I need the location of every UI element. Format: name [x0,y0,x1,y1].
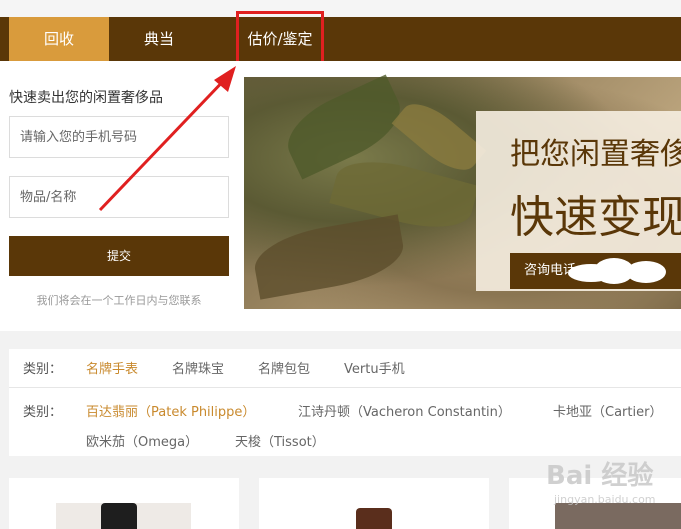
category-option[interactable]: Vertu手机 [344,349,405,391]
product-image [56,503,191,529]
category-option[interactable]: 名牌手表 [86,349,138,391]
brand-option[interactable]: 江诗丹顿（Vacheron Constantin） [298,401,511,420]
product-image [344,503,404,529]
brand-option[interactable]: 欧米茄（Omega） [86,431,198,450]
tab-pawn[interactable]: 典当 [109,17,209,61]
main-nav: 回收 典当 估价/鉴定 [0,17,681,61]
contact-note: 我们将会在一个工作日内与您联系 [36,294,202,307]
category-label: 类别： [23,362,63,377]
banner-slogan: 快速变现 [510,192,681,243]
brand-option[interactable]: 天梭（Tissot） [235,431,325,450]
brand-option[interactable]: 百达翡丽（Patek Philippe） [86,401,255,420]
phone-input[interactable] [9,116,229,158]
banner-overlay: 把您闲置奢侈 快速变现 咨询电话： [476,111,681,291]
banner-image: 把您闲置奢侈 快速变现 咨询电话： [244,74,681,309]
watermark-url: jingyan.baidu.com [554,493,656,506]
sell-form: 快速卖出您的闲置奢侈品 提交 我们将会在一个工作日内与您联系 [0,61,244,331]
brand-label: 类别： [23,405,63,420]
category-option[interactable]: 名牌珠宝 [172,349,224,391]
product-card[interactable] [9,478,239,529]
item-name-input[interactable] [9,176,229,218]
tab-recycle[interactable]: 回收 [9,17,109,61]
redaction-blob [626,261,666,283]
submit-button[interactable]: 提交 [9,236,229,276]
filter-panel: 类别： 名牌手表 名牌珠宝 名牌包包 Vertu手机 类别： 百达翡丽（Pate… [9,349,681,456]
hero-banner[interactable]: 把您闲置奢侈 快速变现 咨询电话： [244,61,681,331]
category-option[interactable]: 名牌包包 [258,349,310,391]
sell-form-title: 快速卖出您的闲置奢侈品 [9,90,163,106]
category-filter-row: 类别： 名牌手表 名牌珠宝 名牌包包 Vertu手机 [9,349,681,388]
watermark-logo: Bai 经验 [546,461,654,491]
brand-option[interactable]: 卡地亚（Cartier） [553,401,662,420]
highlight-box [236,11,324,66]
banner-headline: 把您闲置奢侈 [510,137,681,172]
product-card[interactable] [259,478,489,529]
baidu-watermark: Bai 经验 jingyan.baidu.com [520,455,680,515]
top-strip [0,0,681,17]
